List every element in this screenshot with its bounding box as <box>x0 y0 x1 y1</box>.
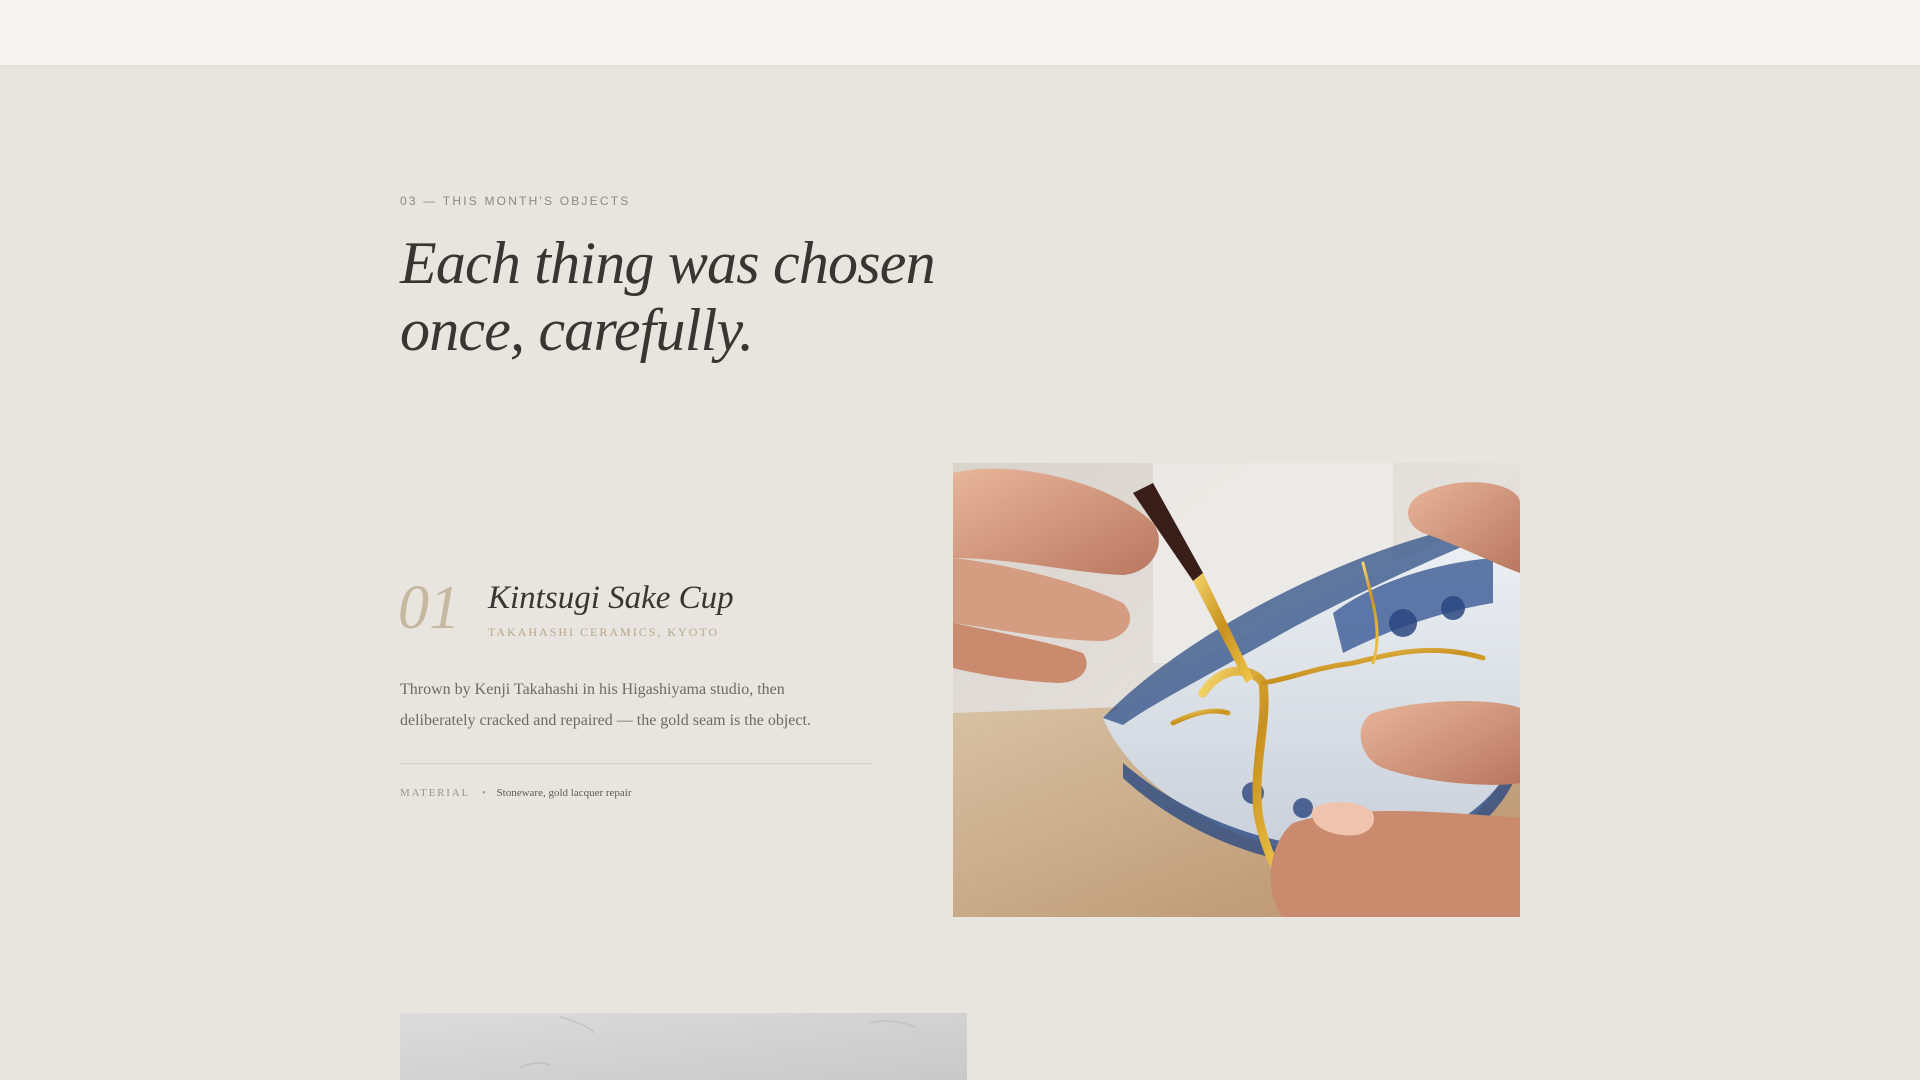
spec-value: Stoneware, gold lacquer repair <box>496 787 632 799</box>
spec-separator: • <box>482 787 486 799</box>
item-maker: TAKAHASHI CERAMICS, KYOTO <box>488 625 720 639</box>
item-description-line-2: deliberately cracked and repaired — the … <box>400 712 811 729</box>
section-headline: Each thing was chosen once, carefully. <box>400 230 1020 364</box>
item-spec-row: MATERIAL • Stoneware, gold lacquer repai… <box>400 786 632 800</box>
headline-line-2: once, carefully. <box>400 297 754 363</box>
next-item-photo[interactable] <box>400 1013 967 1080</box>
item-number: 01 <box>398 574 460 642</box>
section-eyebrow: 03 — THIS MONTH'S OBJECTS <box>400 194 631 208</box>
marble-surface-illustration <box>400 1013 967 1080</box>
headline-line-1: Each thing was chosen <box>400 230 936 296</box>
kintsugi-cup-photo[interactable] <box>953 463 1520 917</box>
item-description: Thrown by Kenji Takahashi in his Higashi… <box>400 674 840 736</box>
item-divider <box>400 763 872 764</box>
kintsugi-cup-illustration <box>953 463 1520 917</box>
top-nav-bar <box>0 0 1920 66</box>
item-title[interactable]: Kintsugi Sake Cup <box>488 578 734 618</box>
item-description-line-1: Thrown by Kenji Takahashi in his Higashi… <box>400 681 785 698</box>
spec-label: MATERIAL <box>400 787 471 799</box>
